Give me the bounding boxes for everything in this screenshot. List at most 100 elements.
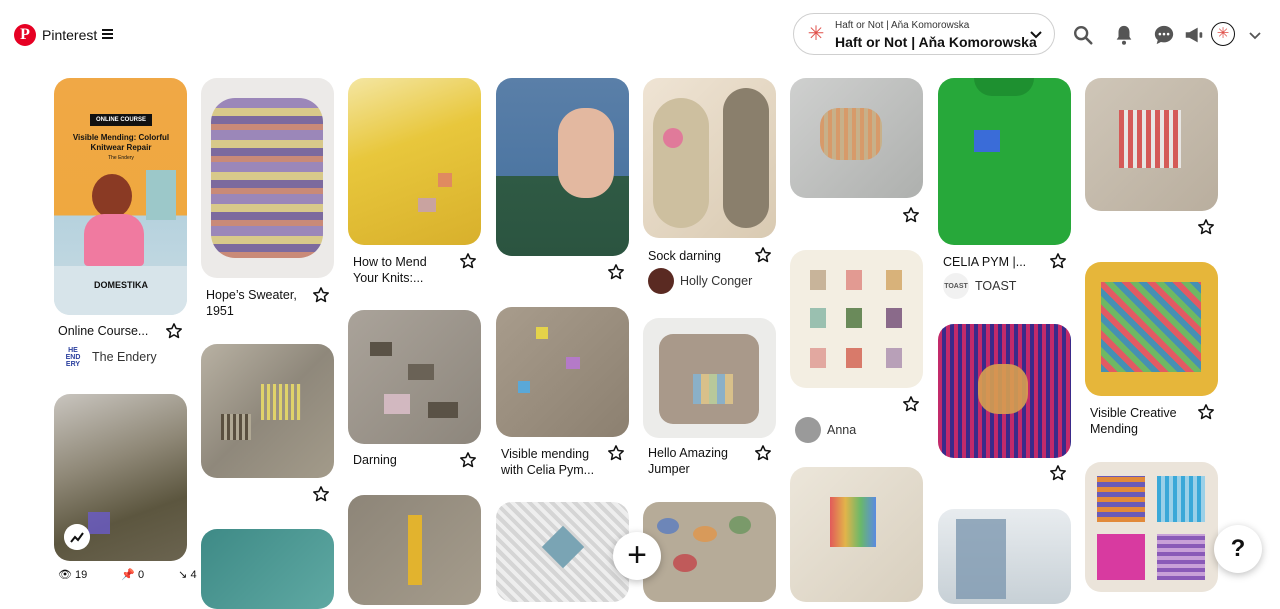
- sock-shape: [723, 88, 769, 228]
- pin-image-green-sweater[interactable]: [938, 78, 1071, 245]
- pin-image-sock-darning[interactable]: [643, 78, 776, 238]
- darn-patch: [886, 270, 902, 290]
- star-icon[interactable]: [165, 322, 183, 340]
- pin-image-yellow-stitch[interactable]: [348, 495, 481, 605]
- pin-image-darning-grid[interactable]: [348, 310, 481, 444]
- star-icon[interactable]: [459, 252, 477, 270]
- pin-title[interactable]: Sock darning: [648, 248, 721, 264]
- pin-image-celia-pym-sweater[interactable]: [496, 307, 629, 437]
- diagram-diamond: [541, 525, 585, 569]
- menu-icon[interactable]: [102, 29, 113, 39]
- pin-image-oval-patches[interactable]: [643, 502, 776, 602]
- darn-patch: [418, 198, 436, 212]
- star-icon[interactable]: [607, 444, 625, 462]
- pin-title[interactable]: Hope’s Sweater, 1951: [206, 287, 301, 319]
- pin-title[interactable]: Online Course...: [58, 323, 148, 339]
- pin-creator[interactable]: Holly Conger: [648, 268, 752, 294]
- darn-patch: [729, 516, 751, 534]
- brand-name[interactable]: Pinterest: [42, 27, 97, 43]
- pin-image-four-squares[interactable]: [1085, 462, 1218, 592]
- search-icon[interactable]: [1072, 24, 1094, 46]
- darn-patch: [1101, 282, 1201, 372]
- creator-name: Anna: [827, 423, 857, 437]
- pin-image-magenta-knit[interactable]: [938, 324, 1071, 458]
- pin-title[interactable]: CELIA PYM |...: [943, 254, 1026, 270]
- pin-stats: 👁 19 📌 0 ↘ 4: [58, 568, 223, 581]
- pin-image-man-glasses[interactable]: [496, 78, 629, 256]
- notifications-icon[interactable]: [1113, 24, 1135, 46]
- darn-patch: [846, 348, 862, 368]
- darn-patch: [1097, 476, 1145, 522]
- clicks-count: ↘ 4: [178, 569, 197, 581]
- darn-patch: [428, 402, 458, 418]
- creator-name: TOAST: [975, 279, 1017, 293]
- pin-image-plaid-patch[interactable]: [1085, 78, 1218, 211]
- darn-patch: [693, 374, 733, 404]
- desk: [54, 266, 187, 315]
- star-icon[interactable]: [902, 395, 920, 413]
- pin-image-sample-grid[interactable]: [790, 250, 923, 388]
- help-button[interactable]: ?: [1214, 525, 1262, 573]
- star-icon[interactable]: [902, 206, 920, 224]
- darn-patch: [693, 526, 717, 542]
- top-header: P Pinterest ✳ Haft or Not | Aňa Komorows…: [0, 0, 1280, 70]
- pin-image-hello-jumper[interactable]: [643, 318, 776, 438]
- star-icon[interactable]: [754, 246, 772, 264]
- star-icon[interactable]: [754, 444, 772, 462]
- pin-creator[interactable]: Anna: [795, 417, 856, 443]
- pin-image-online-course[interactable]: ONLINE COURSE Visible Mending: Colorful …: [54, 78, 187, 315]
- star-icon[interactable]: [312, 286, 330, 304]
- course-brand: DOMESTIKA: [94, 280, 148, 290]
- pin-image-weave-diagram[interactable]: [496, 502, 629, 602]
- pin-image-hopes-sweater[interactable]: [201, 78, 334, 278]
- saves-count: 📌 0: [121, 569, 145, 581]
- darn-patch: [261, 384, 301, 420]
- darn-patch: [1119, 110, 1181, 168]
- pin-title[interactable]: Visible Creative Mending: [1090, 405, 1180, 437]
- presenter-figure: [92, 174, 132, 218]
- star-icon[interactable]: [459, 451, 477, 469]
- darn-patch: [370, 342, 392, 356]
- pin-image-gray-patch[interactable]: [790, 78, 923, 198]
- darn-patch: [810, 308, 826, 328]
- darn-patch: [657, 518, 679, 534]
- pin-title[interactable]: How to Mend Your Knits:...: [353, 254, 443, 286]
- pin-image-jar-sweater[interactable]: [938, 509, 1071, 604]
- pin-creator[interactable]: TOAST TOAST: [943, 273, 1016, 299]
- star-icon[interactable]: [1197, 403, 1215, 421]
- darn-patch: [663, 128, 683, 148]
- neckline: [974, 78, 1034, 96]
- account-avatar[interactable]: ✳: [1211, 22, 1235, 46]
- course-title: Visible Mending: Colorful Knitwear Repai…: [72, 133, 170, 152]
- pinterest-logo-icon[interactable]: P: [14, 24, 36, 46]
- pin-image-teal-knit[interactable]: [201, 529, 334, 609]
- jar-shape: [956, 519, 1006, 599]
- add-pin-button[interactable]: +: [613, 532, 661, 580]
- board-selector[interactable]: ✳ Haft or Not | Aňa Komorowska Haft or N…: [793, 13, 1055, 55]
- pin-image-rainbow-knit[interactable]: [790, 467, 923, 602]
- analytics-icon[interactable]: [64, 524, 90, 550]
- wall-poster: [146, 170, 176, 220]
- presenter-sweater: [84, 214, 144, 266]
- pin-title[interactable]: Hello Amazing Jumper: [648, 445, 738, 477]
- star-icon[interactable]: [312, 485, 330, 503]
- sock-shape: [653, 98, 709, 228]
- updates-icon[interactable]: [1183, 24, 1205, 46]
- messages-icon[interactable]: [1153, 24, 1175, 46]
- pin-image-darning-weave[interactable]: [201, 344, 334, 478]
- star-icon[interactable]: [607, 263, 625, 281]
- account-chevron-down-icon[interactable]: [1248, 28, 1262, 42]
- pin-image-visible-creative[interactable]: [1085, 262, 1218, 396]
- star-icon[interactable]: [1049, 252, 1067, 270]
- darn-patch: [1157, 534, 1205, 580]
- star-icon[interactable]: [1197, 218, 1215, 236]
- pin-image-yellow-sleeve[interactable]: [348, 78, 481, 245]
- sweater-shape: [211, 98, 323, 258]
- pin-title[interactable]: Visible mending with Celia Pym...: [501, 446, 601, 478]
- face: [558, 108, 614, 198]
- star-icon[interactable]: [1049, 464, 1067, 482]
- clicks-value: 4: [190, 569, 197, 581]
- darn-patch: [886, 308, 902, 328]
- pin-title[interactable]: Darning: [353, 452, 397, 468]
- pin-creator[interactable]: HE END ERY The Endery: [60, 344, 157, 370]
